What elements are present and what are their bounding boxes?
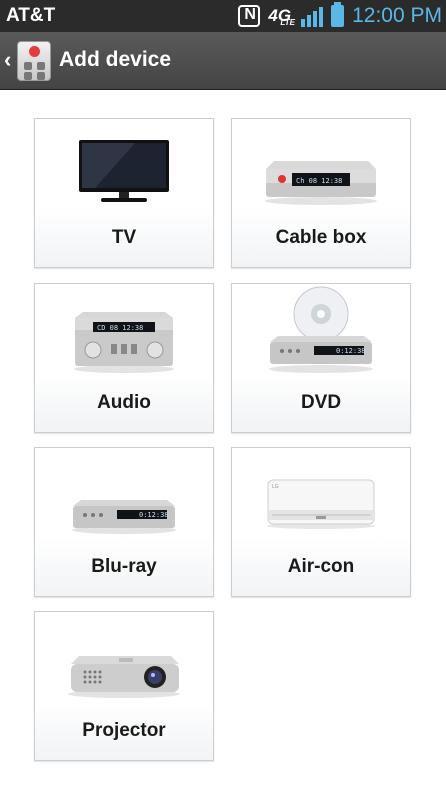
page-title: Add device: [59, 48, 172, 71]
device-tile-air-con[interactable]: LG Air-con: [231, 447, 411, 597]
device-tile-blu-ray[interactable]: 0:12:38 Blu-ray: [34, 447, 214, 597]
battery-icon: [331, 2, 345, 27]
cable-box-display: Ch 08 12:38: [296, 177, 342, 185]
clock: 12:00 PM: [352, 4, 442, 27]
network-sub-label: LTE: [280, 18, 295, 27]
nfc-icon: [238, 5, 261, 27]
device-label: Cable box: [275, 227, 367, 248]
cable-box-icon: Ch 08 12:38: [265, 161, 377, 205]
air-con-icon: LG: [267, 479, 375, 529]
device-tile-audio[interactable]: CD 08 12:38 Audio: [34, 283, 214, 433]
device-label: Projector: [82, 720, 166, 741]
projector-icon: [68, 656, 180, 698]
device-tile-cable-box[interactable]: Ch 08 12:38 Cable box: [231, 118, 411, 268]
title-bar: ‹ Add device: [0, 32, 446, 90]
dvd-icon: 0:12:38: [269, 286, 373, 373]
svg-text:LG: LG: [272, 484, 279, 490]
signal-icon: [299, 5, 324, 27]
device-tile-projector[interactable]: Projector: [34, 611, 214, 761]
blu-ray-icon: 0:12:38: [72, 500, 176, 534]
carrier-label: AT&T: [6, 5, 56, 26]
device-label: Air-con: [287, 556, 355, 577]
device-label: TV: [111, 227, 137, 248]
lte-icon: 4G LTE: [268, 6, 295, 27]
blu-ray-display: 0:12:38: [139, 511, 169, 519]
status-bar: AT&T 4GLTE 12:00 PM: [0, 0, 446, 32]
back-arrow-icon[interactable]: ‹: [4, 49, 11, 71]
device-label: DVD: [300, 392, 342, 413]
device-tile-tv[interactable]: TV: [34, 118, 214, 268]
audio-display: CD 08 12:38: [97, 324, 143, 332]
device-label: Blu-ray: [91, 556, 157, 577]
device-label: Audio: [97, 392, 151, 413]
dvd-display: 0:12:38: [336, 347, 366, 355]
remote-app-icon[interactable]: [17, 41, 51, 81]
tv-icon: [79, 140, 169, 202]
status-icons: 4GLTE 12:00 PM: [230, 2, 442, 28]
device-tile-dvd[interactable]: 0:12:38 DVD: [231, 283, 411, 433]
audio-icon: CD 08 12:38: [74, 312, 174, 373]
